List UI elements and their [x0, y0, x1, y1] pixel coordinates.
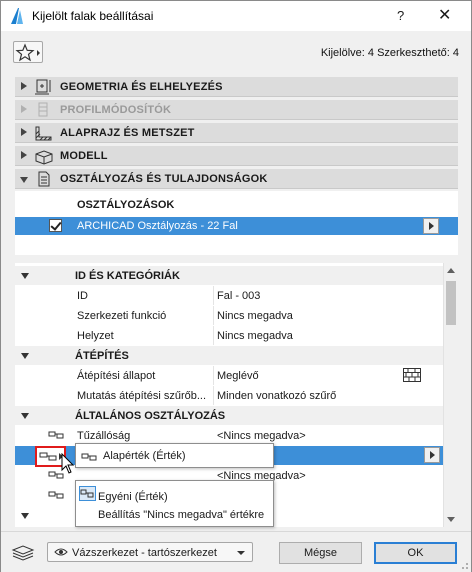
group-label: ÁLTALÁNOS OSZTÁLYOZÁS	[75, 410, 226, 422]
group-general-classification[interactable]: ÁLTALÁNOS OSZTÁLYOZÁS	[15, 406, 443, 425]
resize-grip-icon[interactable]	[459, 560, 469, 570]
panel-profile-modifiers: PROFILMÓDOSÍTÓK	[15, 100, 458, 120]
cancel-button[interactable]: Mégse	[279, 542, 362, 564]
favorites-button[interactable]	[13, 41, 43, 63]
menu-item-default-value[interactable]: Alapérték (Érték)	[103, 450, 186, 462]
expand-arrow-icon	[21, 151, 27, 159]
property-row-position[interactable]: Helyzet Nincs megadva	[15, 326, 443, 345]
property-value[interactable]: Fal - 003	[217, 290, 260, 302]
group-label: ID ÉS KATEGÓRIÁK	[75, 270, 180, 282]
collapse-arrow-icon	[21, 353, 29, 359]
collapse-arrow-icon	[21, 513, 29, 519]
layers-icon	[11, 545, 35, 561]
eye-icon	[54, 548, 68, 556]
link-icon	[48, 491, 64, 499]
dialog-window: Kijelölt falak beállításai ? ✕ Kijelölve…	[0, 0, 472, 572]
help-button[interactable]: ?	[397, 8, 404, 23]
column-divider	[213, 326, 214, 345]
brick-wall-icon	[403, 368, 421, 382]
floorplan-icon	[35, 126, 52, 141]
profile-icon	[38, 102, 48, 117]
column-divider	[213, 286, 214, 305]
panel-label: MODELL	[60, 150, 108, 162]
expand-arrow-icon	[21, 105, 27, 113]
collapse-arrow-icon	[21, 273, 29, 279]
dialog-footer: Vázszerkezet - tartószerkezet Mégse OK	[1, 531, 471, 572]
menu-item-set-undefined[interactable]: Beállítás "Nincs megadva" értékre	[98, 509, 264, 521]
scroll-thumb[interactable]	[446, 281, 456, 325]
column-divider	[213, 366, 214, 385]
column-divider	[213, 386, 214, 405]
value-source-menu: Alapérték (Érték)	[75, 443, 274, 468]
mouse-cursor-icon	[61, 453, 75, 474]
column-divider	[213, 306, 214, 325]
panel-floorplan-section[interactable]: ALAPRAJZ ÉS METSZET	[15, 123, 458, 143]
panel-label: PROFILMÓDOSÍTÓK	[60, 104, 172, 116]
value-arrow-button[interactable]	[424, 447, 440, 463]
archicad-logo-icon	[11, 8, 23, 24]
custom-value-icon	[79, 486, 96, 501]
expand-arrow-icon	[21, 128, 27, 136]
property-value[interactable]: Nincs megadva	[217, 310, 293, 322]
property-value[interactable]: Nincs megadva	[217, 330, 293, 342]
property-row-function[interactable]: Szerkezeti funkció Nincs megadva	[15, 306, 443, 325]
panel-geometry[interactable]: GEOMETRIA ÉS ELHELYEZÉS	[15, 77, 458, 97]
property-name: ID	[77, 290, 88, 302]
collapse-arrow-icon	[21, 413, 29, 419]
property-row-renovation-status[interactable]: Átépítési állapot Meglévő	[15, 366, 443, 385]
geometry-icon	[35, 79, 51, 95]
panel-model[interactable]: MODELL	[15, 146, 458, 166]
property-value[interactable]: Minden vonatkozó szűrő	[217, 390, 336, 402]
collapse-arrow-icon	[20, 177, 28, 183]
property-name: Szerkezeti funkció	[77, 310, 167, 322]
ok-button[interactable]: OK	[374, 542, 457, 564]
property-name: Átépítési állapot	[77, 370, 156, 382]
link-icon	[48, 431, 64, 439]
properties-scrollbar[interactable]	[443, 263, 458, 527]
group-renovation[interactable]: ÁTÉPÍTÉS	[15, 346, 443, 365]
scroll-down-icon[interactable]	[447, 517, 455, 522]
selection-info: Kijelölve: 4 Szerkeszthető: 4	[320, 47, 459, 59]
classification-row[interactable]: ARCHICAD Osztályozás - 22 Fal	[15, 217, 458, 235]
property-name: Tűzállóság	[77, 430, 131, 442]
group-label: ÁTÉPÍTÉS	[75, 350, 129, 362]
layer-combo[interactable]: Vázszerkezet - tartószerkezet	[47, 542, 253, 562]
classification-arrow-button[interactable]	[423, 218, 439, 234]
panel-label: OSZTÁLYOZÁS ÉS TULAJDONSÁGOK	[60, 173, 268, 185]
panel-classification-properties[interactable]: OSZTÁLYOZÁS ÉS TULAJDONSÁGOK	[15, 169, 458, 189]
chevron-down-icon	[237, 551, 245, 555]
title-bar: Kijelölt falak beállításai ? ✕	[1, 1, 471, 31]
model-icon	[35, 150, 53, 165]
document-icon	[38, 171, 50, 187]
group-id-categories[interactable]: ID ÉS KATEGÓRIÁK	[15, 266, 443, 285]
expand-arrow-icon	[21, 82, 27, 90]
link-icon	[81, 453, 97, 461]
panel-label: ALAPRAJZ ÉS METSZET	[60, 127, 195, 139]
property-name: Helyzet	[77, 330, 114, 342]
panel-label: GEOMETRIA ÉS ELHELYEZÉS	[60, 81, 223, 93]
property-row-id[interactable]: ID Fal - 003	[15, 286, 443, 305]
scroll-up-icon[interactable]	[447, 268, 455, 273]
classification-checkbox[interactable]	[49, 219, 62, 232]
property-row-renovation-filter[interactable]: Mutatás átépítési szűrőb... Minden vonat…	[15, 386, 443, 405]
link-icon	[39, 452, 63, 461]
window-title: Kijelölt falak beállításai	[32, 9, 154, 23]
star-icon	[15, 43, 40, 62]
property-value[interactable]: Meglévő	[217, 370, 259, 382]
close-button[interactable]: ✕	[438, 5, 451, 25]
value-source-menu-lower: Egyéni (Érték) Beállítás "Nincs megadva"…	[75, 480, 274, 527]
property-name: Mutatás átépítési szűrőb...	[77, 390, 207, 402]
menu-item-custom-value[interactable]: Egyéni (Érték)	[98, 491, 168, 503]
classifications-header: OSZTÁLYOZÁSOK	[77, 199, 175, 211]
classification-label: ARCHICAD Osztályozás - 22 Fal	[77, 220, 238, 232]
layer-combo-label: Vázszerkezet - tartószerkezet	[72, 547, 217, 559]
property-value[interactable]: <Nincs megadva>	[217, 430, 306, 442]
classifications-list: OSZTÁLYOZÁSOK ARCHICAD Osztályozás - 22 …	[15, 191, 458, 255]
